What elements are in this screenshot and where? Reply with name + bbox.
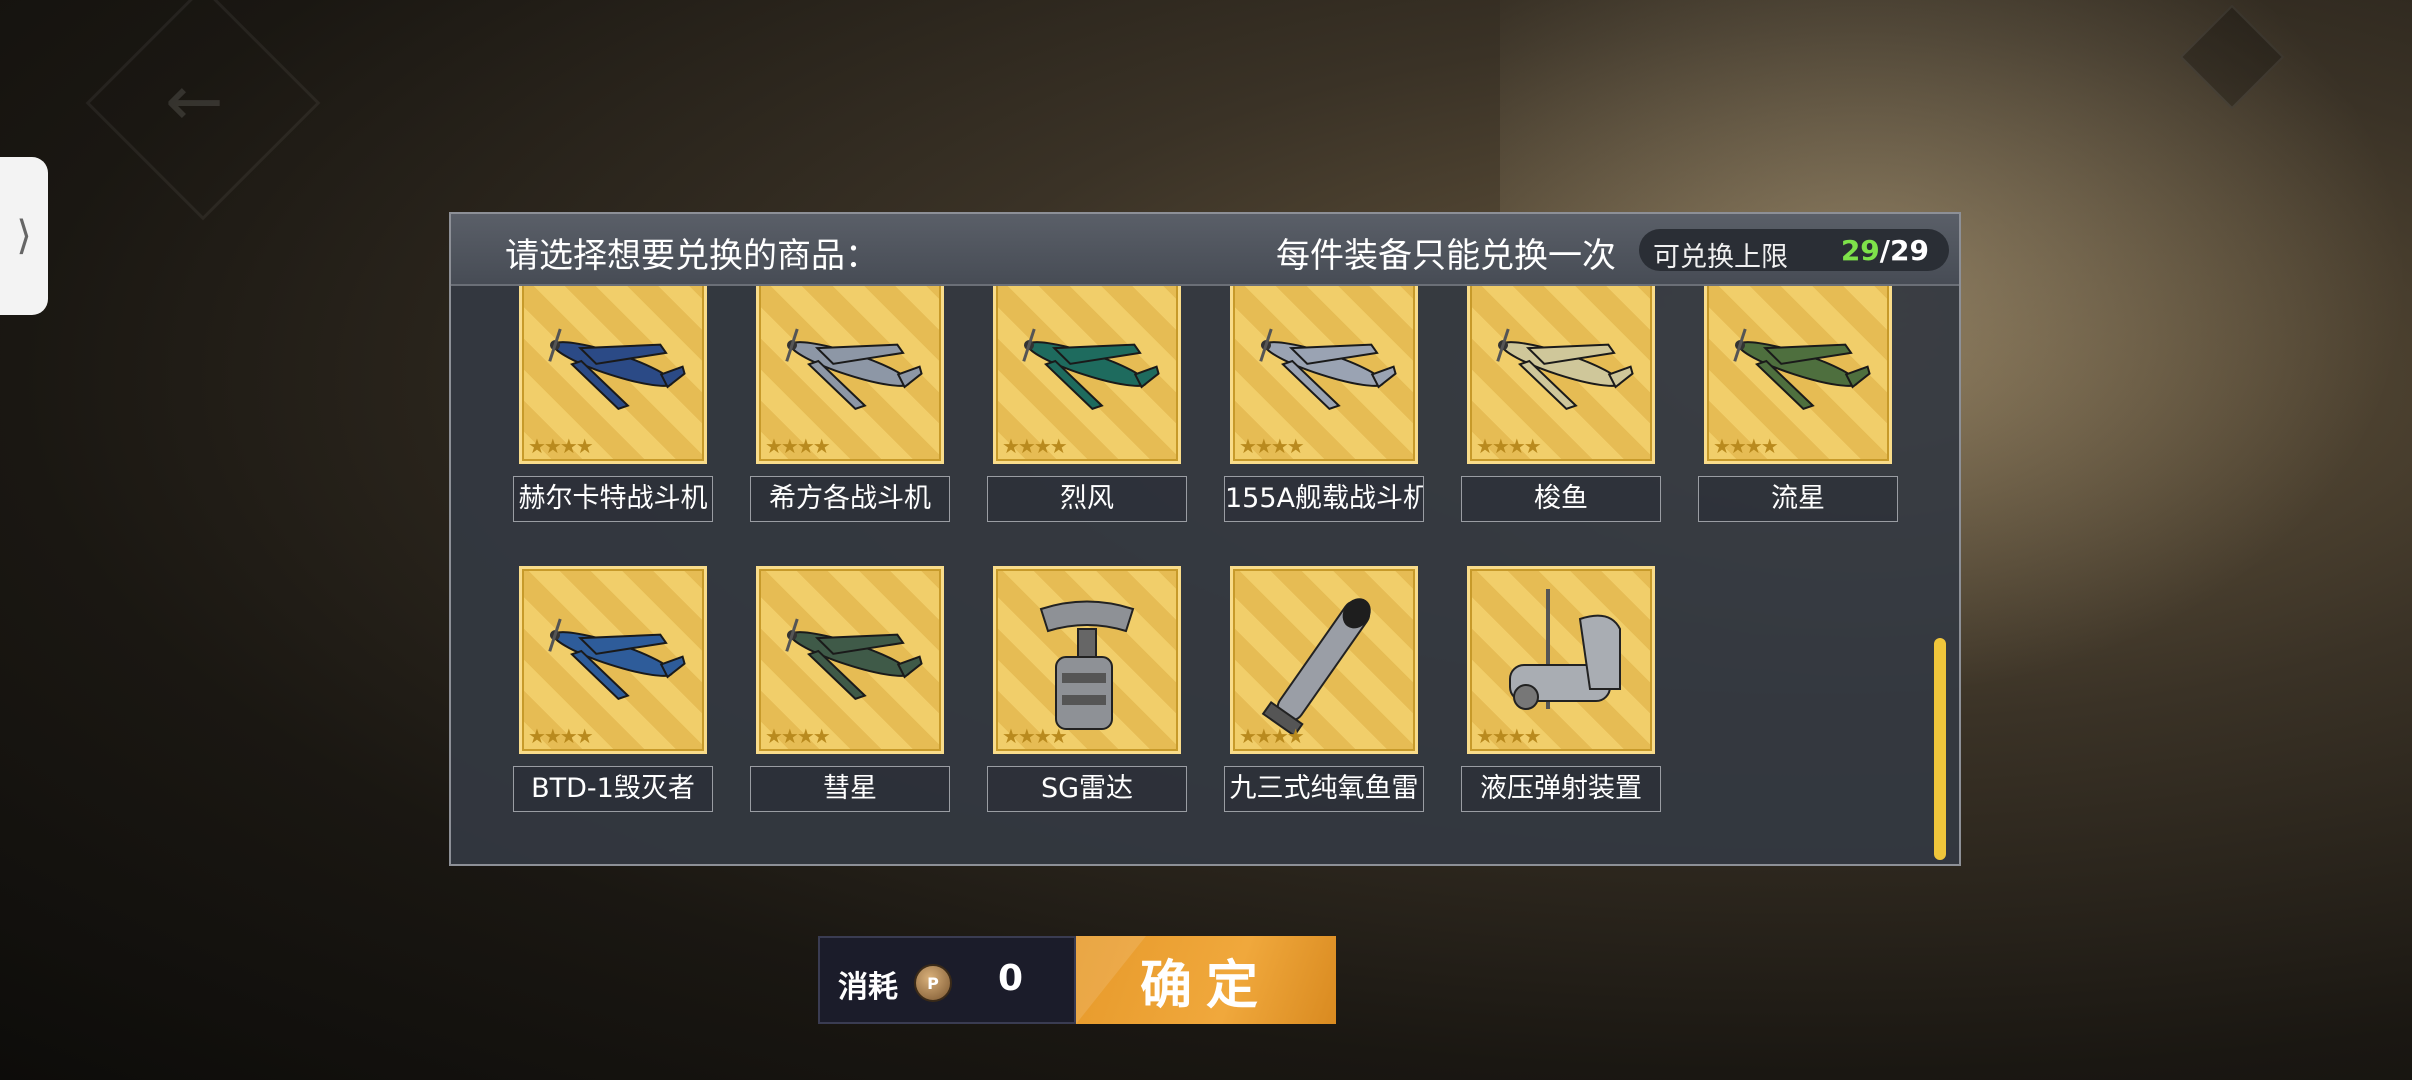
item-name: 梭鱼	[1461, 476, 1661, 522]
item-card[interactable]: ★★★★ 九三式纯氧鱼雷	[1224, 566, 1424, 826]
rarity-stars: ★★★★	[1239, 434, 1305, 458]
rarity-stars: ★★★★	[1002, 724, 1068, 748]
item-name: 彗星	[750, 766, 950, 812]
item-image: ★★★★	[1467, 566, 1655, 754]
exchange-limit-badge: 可兑换上限 29/29	[1639, 229, 1949, 273]
rarity-stars: ★★★★	[1239, 724, 1305, 748]
cost-label: 消耗	[838, 970, 898, 1005]
side-drawer-toggle[interactable]: ⟩	[0, 157, 48, 315]
dialog-header: 请选择想要兑换的商品： 每件装备只能兑换一次 可兑换上限 29/29	[451, 214, 1959, 286]
item-image: ★★★★	[1230, 566, 1418, 754]
limit-current: 29	[1840, 234, 1880, 267]
confirm-button[interactable]: 确定	[1076, 936, 1336, 1024]
item-name: 流星	[1698, 476, 1898, 522]
item-image: ★★★★	[756, 286, 944, 464]
rarity-stars: ★★★★	[765, 434, 831, 458]
scrollbar-thumb[interactable]	[1934, 638, 1946, 860]
item-name: BTD-1毁灭者	[513, 766, 713, 812]
item-card[interactable]: ★★★★ BTD-1毁灭者	[513, 566, 713, 826]
rarity-stars: ★★★★	[765, 724, 831, 748]
item-name: 希方各战斗机	[750, 476, 950, 522]
item-image: ★★★★	[993, 286, 1181, 464]
exchange-rule-note: 每件装备只能兑换一次	[1276, 236, 1616, 276]
item-image: ★★★★	[756, 566, 944, 754]
chevron-right-icon: ⟩	[16, 213, 32, 259]
item-name: 烈风	[987, 476, 1187, 522]
rarity-stars: ★★★★	[528, 434, 594, 458]
item-image: ★★★★	[519, 566, 707, 754]
rarity-stars: ★★★★	[1476, 724, 1542, 748]
item-name: SG雷达	[987, 766, 1187, 812]
item-image: ★★★★	[1704, 286, 1892, 464]
item-card[interactable]: ★★★★ 流星	[1698, 286, 1898, 536]
item-card[interactable]: ★★★★ 梭鱼	[1461, 286, 1661, 536]
limit-label: 可兑换上限	[1653, 242, 1788, 273]
cost-value: 0	[998, 958, 1024, 999]
item-card[interactable]: ★★★★ 烈风	[987, 286, 1187, 536]
rarity-stars: ★★★★	[528, 724, 594, 748]
dialog-title: 请选择想要兑换的商品：	[505, 236, 879, 276]
rarity-stars: ★★★★	[1002, 434, 1068, 458]
rarity-stars: ★★★★	[1476, 434, 1542, 458]
item-card[interactable]: ★★★★ 希方各战斗机	[750, 286, 950, 536]
item-name: 九三式纯氧鱼雷	[1224, 766, 1424, 812]
limit-total: /29	[1879, 234, 1929, 267]
item-image: ★★★★	[993, 566, 1181, 754]
exchange-dialog: 请选择想要兑换的商品： 每件装备只能兑换一次 可兑换上限 29/29 ★★★★ 赫…	[449, 212, 1961, 866]
back-arrow-icon: ←	[165, 60, 224, 142]
limit-count: 29/29	[1841, 234, 1929, 267]
item-name: 赫尔卡特战斗机	[513, 476, 713, 522]
item-image: ★★★★	[519, 286, 707, 464]
item-name: 液压弹射装置	[1461, 766, 1661, 812]
item-card[interactable]: ★★★★ 彗星	[750, 566, 950, 826]
item-card[interactable]: ★★★★ 液压弹射装置	[1461, 566, 1661, 826]
item-card[interactable]: ★★★★ 赫尔卡特战斗机	[513, 286, 713, 536]
item-image: ★★★★	[1230, 286, 1418, 464]
item-grid: ★★★★ 赫尔卡特战斗机 ★★★★ 希方各战斗机 ★★★★ 烈风 ★★★★ 15…	[451, 286, 1959, 864]
item-image: ★★★★	[1467, 286, 1655, 464]
item-card[interactable]: ★★★★ SG雷达	[987, 566, 1187, 826]
rarity-stars: ★★★★	[1713, 434, 1779, 458]
item-name: 155A舰载战斗机	[1224, 476, 1424, 522]
cost-panel: 消耗 P 0	[818, 936, 1076, 1024]
coin-icon: P	[914, 964, 952, 1002]
item-card[interactable]: ★★★★ 155A舰载战斗机	[1224, 286, 1424, 536]
